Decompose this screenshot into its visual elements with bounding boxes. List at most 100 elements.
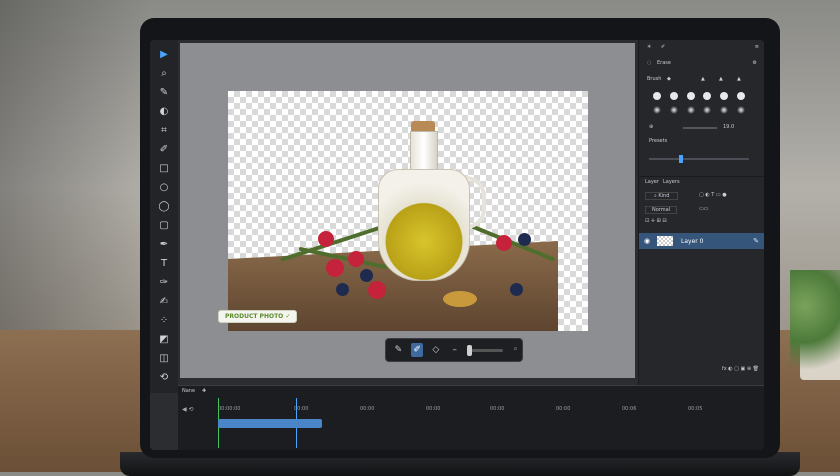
brush-panel-icon[interactable]: ✳ bbox=[647, 44, 651, 50]
canvas-area: PRODUCT PHOTO ✓ ✎ ✐ ◇ – ◦ bbox=[180, 43, 635, 378]
presets-label[interactable]: Presets bbox=[649, 138, 667, 144]
blend-mode-select[interactable]: Normal bbox=[645, 206, 678, 214]
ellipse-tool-icon[interactable]: ○ bbox=[156, 181, 172, 195]
time-tick: 00:00:00 bbox=[218, 406, 241, 412]
layer-item[interactable]: ◉ Layer 0 ✎ bbox=[639, 233, 764, 249]
properties-panel: ✳ ✐ ≡ ◌ Erase ⚙ Brush ◆ ▲ ▲ ▲ ⊕ 19.0 Pre… bbox=[638, 40, 764, 385]
size-slider[interactable] bbox=[683, 127, 717, 129]
layer-filter-icons[interactable]: ▢ ◐ T ▭ ● bbox=[699, 192, 727, 198]
eyedropper-tool-icon[interactable]: ✒ bbox=[156, 238, 172, 252]
timeline-tab[interactable]: Nane bbox=[182, 388, 195, 394]
brush-tip[interactable] bbox=[703, 106, 712, 114]
tab-layers[interactable]: Layers bbox=[663, 179, 680, 185]
time-ruler: 00:00:00 00:00 00:00 00:00 00:00 00:00 0… bbox=[218, 406, 758, 416]
brush-type-icon[interactable]: ▲ bbox=[737, 76, 741, 82]
panel-menu-icon[interactable]: ≡ bbox=[755, 44, 759, 50]
brush-tip[interactable] bbox=[719, 106, 728, 114]
screen-mode-icon[interactable]: ⟲ bbox=[156, 371, 172, 385]
brush-tip[interactable] bbox=[736, 106, 745, 114]
smudge-tool-icon[interactable]: ✍ bbox=[156, 295, 172, 309]
hardness-handle[interactable] bbox=[679, 155, 683, 163]
settings-panel-icon[interactable]: ✐ bbox=[661, 44, 665, 50]
timeline-panel: Nane ✚ ◀ ⟲ 00:00:00 00:00 00:00 00:00 00… bbox=[178, 385, 764, 450]
brush-tip[interactable] bbox=[686, 106, 695, 114]
brush-tip[interactable] bbox=[653, 92, 662, 100]
layers-tabs: Layer Layers bbox=[639, 176, 764, 191]
add-timeline-icon[interactable]: ✚ bbox=[202, 388, 206, 394]
time-tick: 00:00 bbox=[490, 406, 505, 412]
brush-option-icon[interactable]: ✎ bbox=[392, 343, 405, 357]
eraser-option-icon[interactable]: ◇ bbox=[429, 343, 442, 357]
eraser-preset-icon: ◌ bbox=[647, 60, 652, 66]
brush-type-icon[interactable]: ▲ bbox=[701, 76, 705, 82]
opacity-field[interactable]: ▭▭ bbox=[699, 206, 708, 212]
layer-edit-icon[interactable]: ✎ bbox=[753, 237, 759, 245]
marquee-tool-icon[interactable]: ▢ bbox=[156, 219, 172, 233]
layer-actions-icons[interactable]: fx ◐ ▢ ▣ ⊕ 🗑 bbox=[722, 366, 759, 372]
restore-brush-icon[interactable]: ✐ bbox=[410, 343, 424, 357]
time-tick: 00:00 bbox=[360, 406, 375, 412]
plant bbox=[790, 270, 840, 390]
bottle-neck bbox=[410, 131, 438, 173]
tool-preset-label[interactable]: Erase bbox=[657, 60, 671, 66]
lock-icons[interactable]: ⊡ ✛ ⊞ ⊟ bbox=[645, 218, 667, 224]
brush-tip[interactable] bbox=[719, 92, 728, 100]
brush-tip[interactable] bbox=[669, 106, 678, 114]
crop-tool-icon[interactable]: ⌗ bbox=[156, 124, 172, 138]
tools-panel: ▶ ⌕ ✎ ◐ ⌗ ✐ □ ○ ◯ ▢ ✒ T ✑ ✍ ⁘ ◩ ◫ ⟲ bbox=[150, 40, 178, 393]
brush-tip[interactable] bbox=[686, 92, 695, 100]
editor-window: ▶ ⌕ ✎ ◐ ⌗ ✐ □ ○ ◯ ▢ ✒ T ✑ ✍ ⁘ ◩ ◫ ⟲ PROD… bbox=[150, 40, 764, 450]
visibility-eye-icon[interactable]: ◉ bbox=[644, 237, 650, 245]
tab-layer[interactable]: Layer bbox=[645, 179, 659, 185]
brushes-label: Brush bbox=[647, 76, 662, 82]
brush-tip[interactable] bbox=[736, 92, 745, 100]
slider-handle[interactable] bbox=[466, 344, 472, 356]
hardness-slider[interactable] bbox=[649, 158, 749, 160]
brush-tip[interactable] bbox=[669, 92, 678, 100]
brush-tip[interactable] bbox=[653, 106, 662, 114]
text-tool-icon[interactable]: T bbox=[156, 257, 172, 271]
eraser-tool-icon[interactable]: ◐ bbox=[156, 105, 172, 119]
golden-spoon bbox=[443, 291, 477, 307]
time-tick: 00:00 bbox=[426, 406, 441, 412]
timeline-controls-icon[interactable]: ◀ ⟲ bbox=[182, 406, 194, 413]
oil-bottle bbox=[378, 121, 486, 291]
blueberry bbox=[360, 269, 373, 282]
blueberry bbox=[336, 283, 349, 296]
time-tick: 00:06 bbox=[622, 406, 637, 412]
lasso-tool-icon[interactable]: ◯ bbox=[156, 200, 172, 214]
raspberry bbox=[326, 259, 344, 277]
quick-mask-icon[interactable]: ◫ bbox=[156, 352, 172, 366]
size-value[interactable]: 19.0 bbox=[723, 124, 734, 130]
blueberry bbox=[518, 233, 531, 246]
brush-size-slider[interactable] bbox=[466, 344, 504, 356]
timeline-clip[interactable] bbox=[218, 419, 322, 428]
more-options-icon[interactable]: ◦ bbox=[509, 343, 522, 357]
hand-tool-icon[interactable]: ⁘ bbox=[156, 314, 172, 328]
layer-name[interactable]: Layer 0 bbox=[681, 238, 703, 245]
brush-tool-icon[interactable]: ✎ bbox=[156, 86, 172, 100]
rectangle-tool-icon[interactable]: □ bbox=[156, 162, 172, 176]
laptop: ▶ ⌕ ✎ ◐ ⌗ ✐ □ ○ ◯ ▢ ✒ T ✑ ✍ ⁘ ◩ ◫ ⟲ PROD… bbox=[140, 18, 780, 458]
time-tick: 00:05 bbox=[688, 406, 703, 412]
brush-mode-icon[interactable]: ◆ bbox=[667, 76, 671, 82]
preset-options-icon[interactable]: ⚙ bbox=[753, 60, 757, 66]
brush-type-icon[interactable]: ▲ bbox=[719, 76, 723, 82]
brush-size-minus-icon[interactable]: – bbox=[448, 343, 461, 357]
move-tool-icon[interactable]: ▶ bbox=[156, 48, 172, 62]
hardness-row bbox=[639, 154, 764, 164]
product-photo-badge: PRODUCT PHOTO ✓ bbox=[218, 310, 298, 323]
stamp-tool-icon[interactable]: ✑ bbox=[156, 276, 172, 290]
brush-tip-grid bbox=[649, 92, 749, 114]
pen-tool-icon[interactable]: ✐ bbox=[156, 143, 172, 157]
color-swatches-icon[interactable]: ◩ bbox=[156, 333, 172, 347]
product-photo[interactable] bbox=[228, 91, 588, 331]
size-controls-icon[interactable]: ⊕ bbox=[649, 124, 653, 130]
zoom-tool-icon[interactable]: ⌕ bbox=[156, 67, 172, 81]
brush-tip[interactable] bbox=[703, 92, 712, 100]
raspberry bbox=[496, 235, 512, 251]
layer-filter-select[interactable]: ⌕ Kind bbox=[645, 192, 679, 200]
blueberry bbox=[510, 283, 523, 296]
bottle-body bbox=[378, 169, 470, 281]
layer-thumbnail bbox=[657, 236, 673, 246]
